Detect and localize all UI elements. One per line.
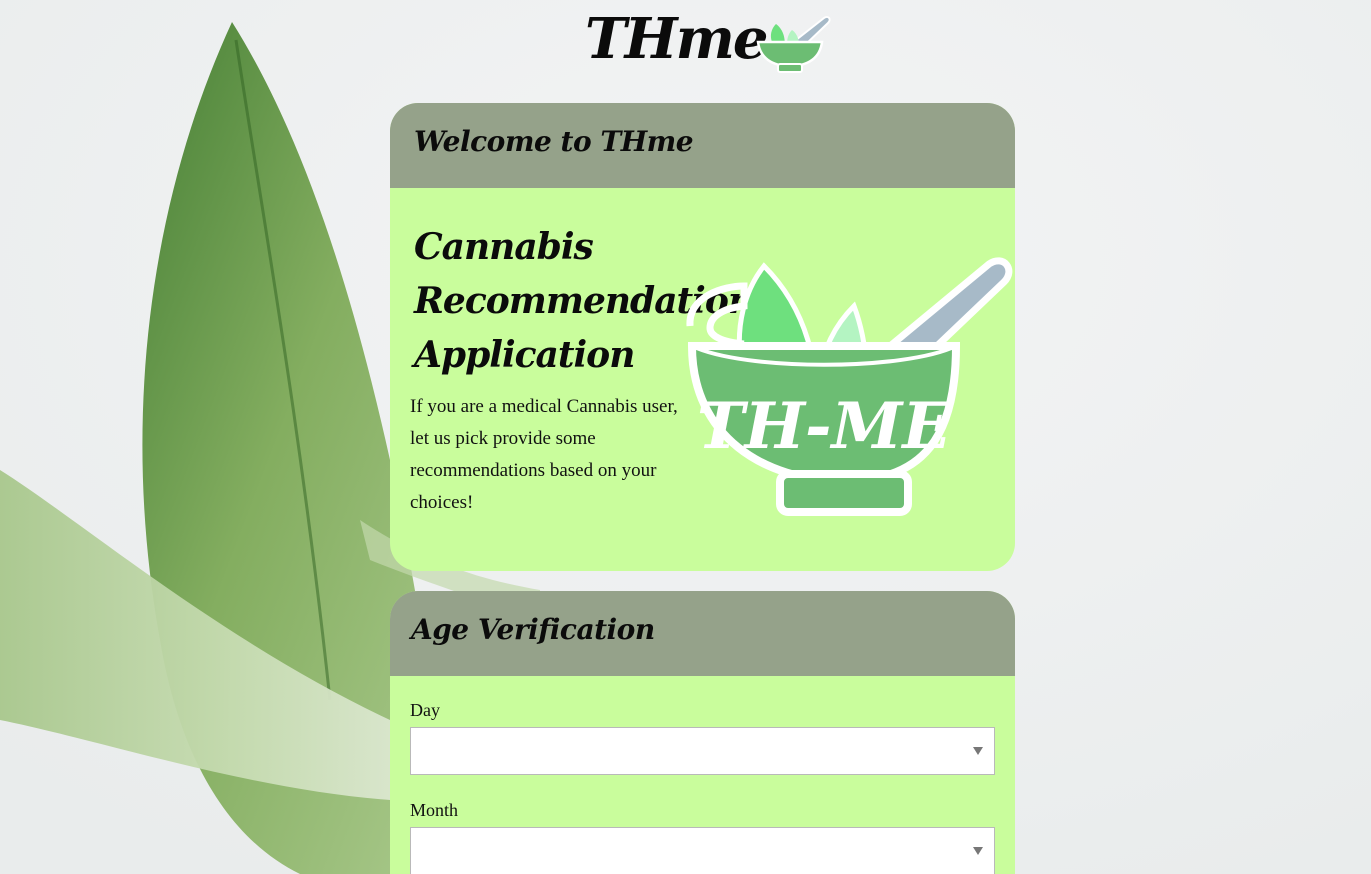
caret-down-icon [973,747,983,755]
month-select[interactable] [410,827,995,874]
welcome-card-title: Welcome to THme [414,125,694,158]
th-me-logo: TH-ME [686,257,1013,516]
age-card-title: Age Verification [411,613,655,646]
month-label: Month [410,800,459,820]
welcome-card: Welcome to THme Cannabis Recommendation … [390,103,1015,571]
day-label: Day [410,700,440,720]
site-header: THme [0,0,1371,90]
caret-down-icon [973,847,983,855]
mortar-pestle-icon [756,15,831,73]
intro-text: If you are a medical Cannabis user, let … [410,396,678,513]
app-heading: Cannabis Recommendation Application [414,220,754,382]
welcome-card-body: Cannabis Recommendation Application If y… [390,188,1015,571]
site-title: THme [585,6,768,72]
welcome-card-header: Welcome to THme [390,103,1015,188]
app-heading-line: Recommendation [414,280,754,322]
age-verification-card: Age Verification Day Month [390,591,1015,874]
app-heading-line: Application [414,334,635,376]
logo-text: TH-ME [697,389,953,464]
age-card-header: Age Verification [390,591,1015,676]
day-select[interactable] [410,727,995,775]
app-heading-line: Cannabis [414,226,594,268]
